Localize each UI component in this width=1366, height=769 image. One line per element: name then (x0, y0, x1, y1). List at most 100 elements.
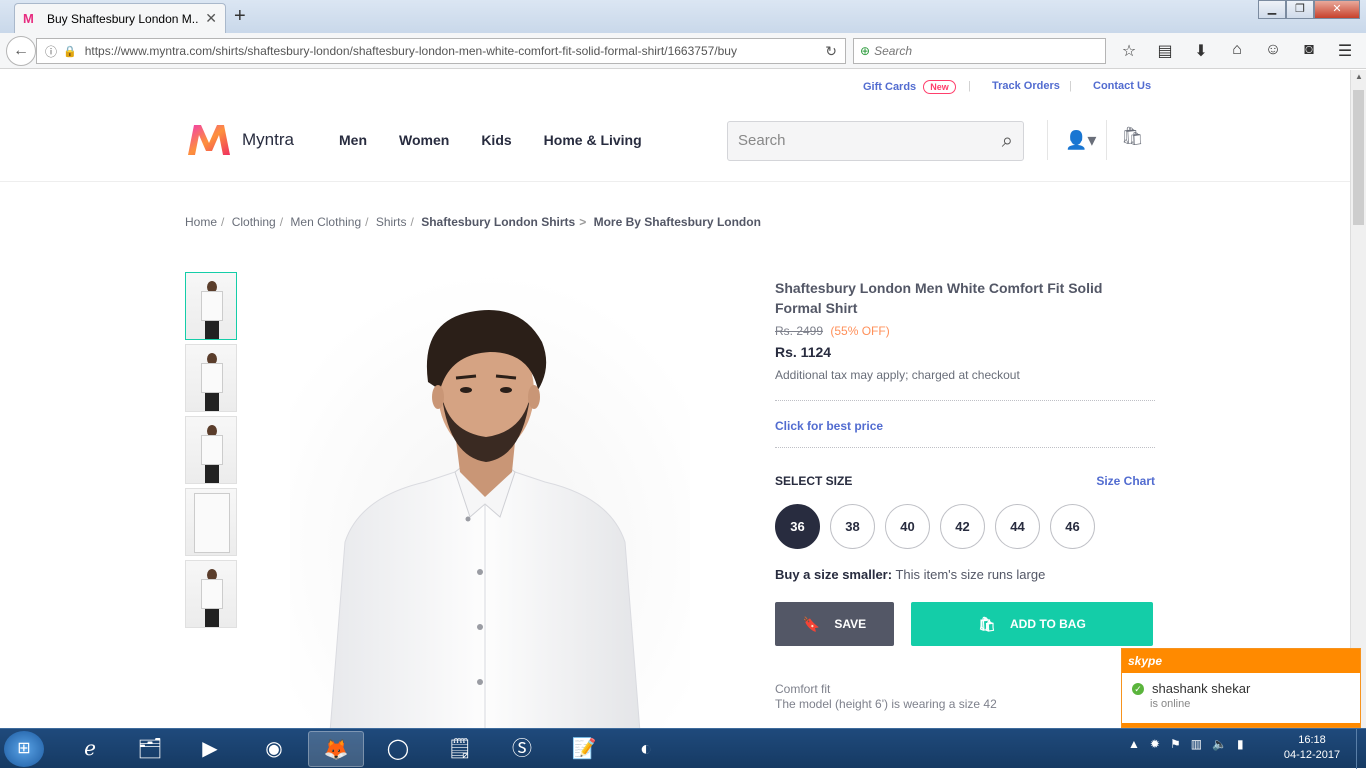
menu-hamburger-icon[interactable]: ☰ (1334, 41, 1356, 61)
breadcrumb-clothing[interactable]: Clothing (232, 215, 276, 229)
thumbnail-detail[interactable] (185, 488, 237, 556)
gift-cards-label: Gift Cards (863, 81, 917, 93)
bookmark-icon: 🔖 (802, 615, 821, 632)
thumbnail-full[interactable] (185, 560, 237, 628)
tab-title: Buy Shaftesbury London M... (47, 11, 200, 26)
chrome-icon[interactable]: ◉ (246, 731, 302, 767)
back-button[interactable]: ← (6, 36, 36, 66)
tray-expand-icon[interactable]: ▲ (1128, 737, 1140, 751)
best-price-link[interactable]: Click for best price (775, 419, 1155, 433)
file-explorer-icon[interactable]: 🗂 (122, 731, 178, 767)
shopping-bag-icon[interactable]: 🛍 (1121, 126, 1144, 147)
opera-icon[interactable]: ◯ (370, 731, 426, 767)
fit-info: Comfort fit The model (height 6') is wea… (775, 682, 1155, 712)
selling-price: Rs. 1124 (775, 344, 832, 360)
product-title: Shaftesbury London Men White Comfort Fit… (775, 280, 1103, 316)
tab-close-icon[interactable]: ✕ (205, 10, 217, 27)
fit-type: Comfort fit (775, 682, 831, 696)
info-icon[interactable]: ⓘ (45, 43, 57, 60)
emoji-icon[interactable]: ☺ (1262, 41, 1284, 61)
url-text[interactable]: https://www.myntra.com/shirts/shaftesbur… (85, 44, 845, 58)
sticky-notes-icon[interactable]: 🗒 (432, 731, 488, 767)
menu-kids[interactable]: Kids (481, 132, 511, 148)
web-page: Gift Cards New | Track Orders | Contact … (0, 70, 1350, 728)
bookmark-star-icon[interactable]: ☆ (1118, 41, 1140, 61)
breadcrumb-separator: / (365, 215, 369, 229)
browser-search-placeholder: Search (874, 44, 913, 58)
breadcrumb-shirts[interactable]: Shirts (376, 215, 407, 229)
site-search-input[interactable]: Search ⌕ (727, 121, 1024, 161)
new-tab-button[interactable]: + (234, 6, 246, 26)
size-button-40[interactable]: 40 (885, 504, 930, 549)
main-product-image[interactable] (290, 272, 690, 728)
size-button-46[interactable]: 46 (1050, 504, 1095, 549)
breadcrumb-home[interactable]: Home (185, 215, 217, 229)
size-hint-text: This item's size runs large (892, 567, 1046, 582)
breadcrumb-current[interactable]: Shaftesbury London Shirts (421, 215, 575, 229)
eclipse-icon[interactable]: ◐ (618, 731, 674, 767)
search-engine-icon[interactable]: ⊕ (860, 44, 870, 58)
size-button-38[interactable]: 38 (830, 504, 875, 549)
network-icon[interactable]: ▥ (1191, 737, 1202, 751)
add-to-bag-button[interactable]: 🛍 ADD TO BAG (911, 602, 1153, 646)
breadcrumb-more-by-brand[interactable]: More By Shaftesbury London (594, 215, 761, 229)
menu-home-living[interactable]: Home & Living (544, 132, 642, 148)
flag-icon[interactable]: ⚑ (1170, 737, 1181, 751)
pocket-icon[interactable]: ◙ (1298, 41, 1320, 61)
start-button[interactable]: ⊞ (4, 731, 44, 767)
gift-cards-link[interactable]: Gift Cards New (863, 80, 956, 94)
divider (1047, 120, 1048, 160)
size-button-42[interactable]: 42 (940, 504, 985, 549)
maximize-button[interactable]: ❐ (1286, 0, 1314, 19)
firefox-icon[interactable]: 🦊 (308, 731, 364, 767)
skype-icon[interactable]: Ⓢ (494, 731, 550, 767)
scroll-up-icon[interactable]: ▲ (1355, 72, 1363, 81)
mrp-price: Rs. 2499 (775, 324, 824, 338)
page-scrollbar[interactable]: ▲ (1350, 70, 1366, 728)
search-icon[interactable]: ⌕ (1002, 122, 1013, 160)
home-icon[interactable]: ⌂ (1226, 41, 1248, 61)
address-bar[interactable]: ⓘ 🔒 https://www.myntra.com/shirts/shafte… (36, 38, 846, 64)
size-button-36[interactable]: 36 (775, 504, 820, 549)
close-window-button[interactable]: ✕ (1314, 0, 1360, 19)
editor-icon[interactable]: 📝 (556, 731, 612, 767)
size-button-44[interactable]: 44 (995, 504, 1040, 549)
online-status-icon: ✓ (1132, 682, 1144, 695)
size-hint-bold: Buy a size smaller: (775, 567, 893, 582)
show-desktop-button[interactable] (1356, 729, 1366, 769)
media-player-icon[interactable]: ▶ (182, 731, 238, 767)
menu-women[interactable]: Women (399, 132, 449, 148)
thumbnail-back[interactable] (185, 416, 237, 484)
size-hint: Buy a size smaller: This item's size run… (775, 567, 1155, 582)
skype-logo: skype (1122, 649, 1360, 673)
minimize-button[interactable]: ▁ (1258, 0, 1286, 19)
avast-icon[interactable]: ✹ (1150, 737, 1160, 751)
save-button[interactable]: 🔖 SAVE (775, 602, 894, 646)
battery-icon[interactable]: ▮ (1237, 737, 1244, 751)
system-tray: ▲ ✹ ⚑ ▥ 🔈 ▮ (1128, 737, 1244, 751)
reading-list-icon[interactable]: ▤ (1154, 41, 1176, 61)
reload-icon[interactable]: ↻ (825, 43, 837, 60)
taskbar-clock[interactable]: 16:18 04-12-2017 (1280, 733, 1344, 763)
contact-us-link[interactable]: Contact Us (1093, 80, 1151, 92)
tax-note: Additional tax may apply; charged at che… (775, 368, 1020, 382)
download-icon[interactable]: ⬇ (1190, 41, 1212, 61)
browser-tab[interactable]: M Buy Shaftesbury London M... ✕ (14, 3, 226, 33)
track-orders-link[interactable]: Track Orders (992, 80, 1060, 92)
breadcrumb-men-clothing[interactable]: Men Clothing (290, 215, 361, 229)
thumbnail-side[interactable] (185, 344, 237, 412)
brand-name: Myntra (242, 130, 294, 149)
volume-icon[interactable]: 🔈 (1212, 737, 1227, 751)
thumbnail-front[interactable] (185, 272, 237, 340)
user-profile-icon[interactable]: 👤▾ (1065, 130, 1096, 151)
myntra-logo[interactable]: Myntra (186, 123, 294, 157)
add-to-bag-label: ADD TO BAG (1010, 617, 1086, 631)
internet-explorer-icon[interactable]: ℯ (62, 731, 118, 767)
browser-search-input[interactable]: ⊕ Search (853, 38, 1106, 64)
menu-men[interactable]: Men (339, 132, 367, 148)
myntra-m-logo-icon (188, 125, 230, 155)
skype-notification[interactable]: skype ✓ shashank shekar is online (1121, 648, 1361, 728)
browser-titlebar: M Buy Shaftesbury London M... ✕ + ▁ ❐ ✕ (0, 0, 1366, 33)
size-chart-link[interactable]: Size Chart (1096, 474, 1155, 488)
scrollbar-thumb[interactable] (1353, 90, 1364, 225)
